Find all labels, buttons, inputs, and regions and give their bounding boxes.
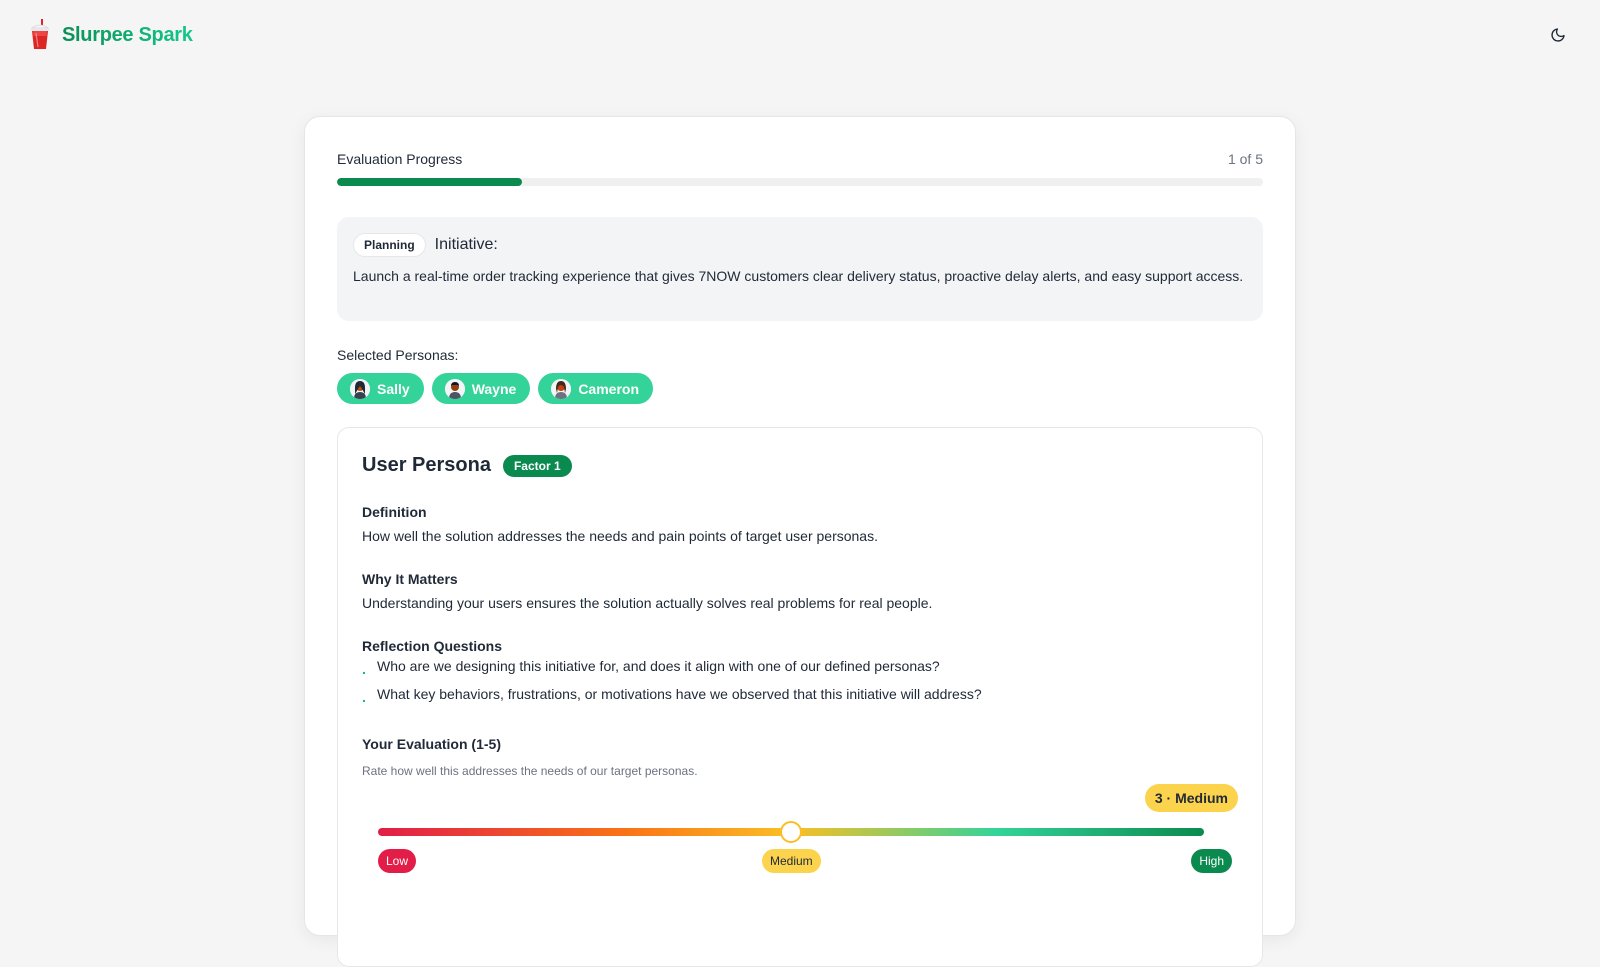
- avatar: [350, 378, 370, 399]
- evaluation-card: Evaluation Progress 1 of 5 Planning Init…: [304, 116, 1296, 967]
- initiative-header: Planning Initiative:: [353, 233, 1247, 257]
- stage-badge: Planning: [353, 233, 426, 257]
- list-item: . Who are we designing this initiative f…: [362, 652, 1222, 680]
- definition-title: Definition: [362, 504, 427, 520]
- persona-chip-wayne[interactable]: Wayne: [431, 373, 531, 404]
- top-bar: Slurpee Spark: [0, 0, 1600, 70]
- persona-chip-cameron[interactable]: Cameron: [538, 373, 653, 404]
- question-text: Who are we designing this initiative for…: [377, 658, 940, 674]
- theme-toggle-button[interactable]: [1544, 21, 1572, 49]
- initiative-description: Launch a real-time order tracking experi…: [353, 268, 1244, 284]
- slurpee-cup-icon: [30, 19, 50, 49]
- why-title: Why It Matters: [362, 571, 458, 587]
- evaluation-title: Your Evaluation (1-5): [362, 736, 501, 752]
- persona-list: Sally Wayne Cameron: [337, 373, 653, 404]
- score-badge: 3 · Medium: [1144, 784, 1238, 812]
- questions-list: . Who are we designing this initiative f…: [362, 652, 1222, 708]
- bullet-dot-icon: .: [362, 661, 366, 677]
- brand[interactable]: Slurpee Spark: [28, 19, 193, 51]
- definition-text: How well the solution addresses the need…: [362, 528, 878, 544]
- progress-fill: [337, 178, 523, 186]
- evaluation-hint: Rate how well this addresses the needs o…: [362, 764, 698, 778]
- factor-title: User Persona: [362, 454, 491, 476]
- factor-badge: Factor 1: [502, 454, 572, 477]
- avatar: [444, 378, 465, 399]
- progress-bar: [337, 178, 1263, 186]
- persona-name: Cameron: [578, 380, 639, 397]
- progress-header: Evaluation Progress 1 of 5: [337, 151, 1263, 167]
- factor-header: User Persona Factor 1: [362, 454, 572, 477]
- why-text: Understanding your users ensures the sol…: [362, 595, 933, 611]
- rating-slider-thumb[interactable]: [780, 821, 802, 843]
- factor-card: User Persona Factor 1 Definition How wel…: [337, 427, 1263, 967]
- avatar: [551, 378, 572, 399]
- persona-name: Sally: [377, 380, 410, 397]
- progress-count: 1 of 5: [1227, 151, 1263, 167]
- moon-icon: [1551, 28, 1565, 42]
- list-item: . What key behaviors, frustrations, or m…: [362, 680, 1222, 708]
- bullet-dot-icon: .: [362, 689, 366, 705]
- high-label: High: [1191, 849, 1232, 873]
- personas-label: Selected Personas:: [337, 347, 459, 363]
- initiative-panel: Planning Initiative: Launch a real-time …: [337, 217, 1263, 321]
- persona-chip-sally[interactable]: Sally: [337, 373, 424, 404]
- medium-label: Medium: [762, 849, 821, 873]
- question-text: What key behaviors, frustrations, or mot…: [377, 686, 982, 702]
- progress-label: Evaluation Progress: [337, 151, 463, 167]
- brand-name: Slurpee Spark: [62, 23, 193, 46]
- low-label: Low: [378, 849, 417, 873]
- initiative-title: Initiative:: [434, 236, 498, 253]
- persona-name: Wayne: [471, 380, 517, 397]
